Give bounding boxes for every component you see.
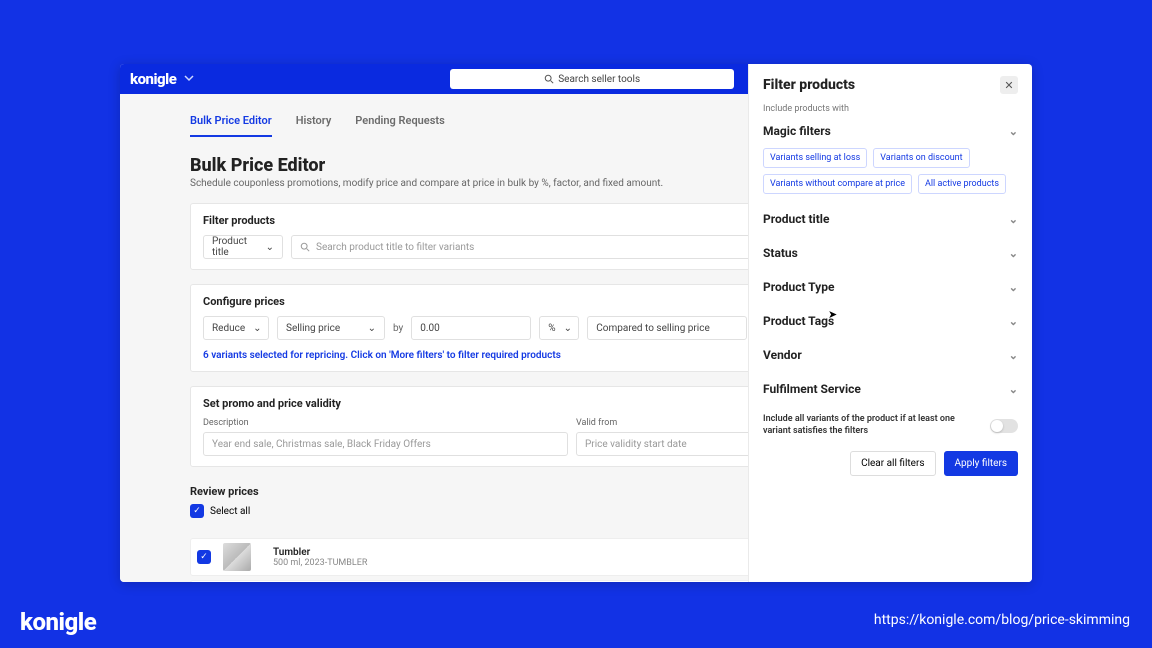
action-select[interactable]: Reduce ⌄ [203,316,269,340]
filter-panel: Filter products ✕ Include products with … [748,64,1032,582]
chevron-down-icon: ⌄ [1009,213,1018,226]
product-thumbnail [223,543,251,571]
target-select[interactable]: Selling price ⌄ [277,316,385,340]
unit-select[interactable]: % ⌄ [539,316,579,340]
amount-input[interactable]: 0.00 [411,316,531,340]
valid-from-placeholder: Price validity start date [585,439,687,450]
close-icon: ✕ [1004,79,1013,92]
app-window: konigle Search seller tools Bulk Price E… [120,64,1032,582]
filter-type-select[interactable]: Product title ⌄ [203,235,283,259]
accordion-label: Product Tags [763,314,834,328]
product-name: Tumbler [273,547,745,558]
accordion-label: Product title [763,212,829,226]
chevron-down-icon: ⌄ [1009,281,1018,294]
target-value: Selling price [286,323,340,334]
compared-value: Compared to selling price [596,323,709,334]
chip-all-active[interactable]: All active products [918,174,1006,194]
accordion-vendor[interactable]: Vendor ⌄ [763,338,1018,372]
filter-type-value: Product title [212,236,258,258]
unit-value: % [548,323,555,334]
accordion-label: Status [763,246,798,260]
accordion-product-title[interactable]: Product title ⌄ [763,202,1018,236]
chevron-down-icon: ⌄ [1009,125,1018,138]
brand-logo: konigle [130,70,176,88]
desc-placeholder: Year end sale, Christmas sale, Black Fri… [212,439,431,450]
chip-variants-no-compare[interactable]: Variants without compare at price [763,174,912,194]
chevron-down-icon: ⌄ [253,323,261,334]
panel-subtitle: Include products with [763,104,1018,114]
chip-variants-loss[interactable]: Variants selling at loss [763,148,867,168]
select-all-checkbox[interactable]: ✓ [190,504,204,518]
chevron-down-icon: ⌄ [368,323,376,334]
tab-history[interactable]: History [296,114,332,137]
chevron-down-icon: ⌄ [1009,383,1018,396]
clear-filters-button[interactable]: Clear all filters [850,451,935,476]
accordion-product-tags[interactable]: Product Tags ⌄ [763,304,1018,338]
chevron-down-icon: ⌄ [266,242,274,253]
valid-from-label: Valid from [576,418,759,428]
accordion-magic-filters[interactable]: Magic filters ⌄ [763,114,1018,148]
accordion-fulfilment[interactable]: Fulfilment Service ⌄ [763,372,1018,406]
accordion-label: Magic filters [763,124,831,138]
accordion-label: Vendor [763,348,802,362]
tab-bulk-price-editor[interactable]: Bulk Price Editor [190,114,272,137]
accordion-product-type[interactable]: Product Type ⌄ [763,270,1018,304]
accordion-label: Product Type [763,280,834,294]
chevron-down-icon: ⌄ [564,323,572,334]
footer-brand: konigle [20,608,96,636]
description-input[interactable]: Year end sale, Christmas sale, Black Fri… [203,432,568,456]
desc-label: Description [203,418,568,428]
chevron-down-icon: ⌄ [1009,315,1018,328]
chip-variants-discount[interactable]: Variants on discount [873,148,969,168]
footer-url: https://konigle.com/blog/price-skimming [874,612,1130,628]
amount-value: 0.00 [420,323,440,334]
include-all-toggle[interactable] [990,419,1018,433]
chevron-down-icon: ⌄ [1009,247,1018,260]
close-button[interactable]: ✕ [1000,76,1018,94]
apply-filters-button[interactable]: Apply filters [944,451,1019,476]
valid-from-input[interactable]: Price validity start date [576,432,759,456]
compared-select[interactable]: Compared to selling price [587,316,747,340]
by-label: by [393,323,403,334]
tab-pending-requests[interactable]: Pending Requests [355,114,444,137]
accordion-status[interactable]: Status ⌄ [763,236,1018,270]
select-all-label: Select all [210,506,250,517]
search-input[interactable]: Search seller tools [450,69,734,89]
product-sku: 500 ml, 2023-TUMBLER [273,558,745,568]
panel-title: Filter products [763,77,855,93]
brand-menu-chevron-icon[interactable] [184,72,194,86]
action-value: Reduce [212,323,245,334]
include-all-label: Include all variants of the product if a… [763,414,982,437]
accordion-label: Fulfilment Service [763,382,861,396]
filter-search-placeholder: Search product title to filter variants [316,242,474,253]
search-placeholder: Search seller tools [558,74,640,85]
search-icon [300,242,310,252]
search-icon [544,74,554,84]
chevron-down-icon: ⌄ [1009,349,1018,362]
row-checkbox[interactable]: ✓ [197,550,211,564]
